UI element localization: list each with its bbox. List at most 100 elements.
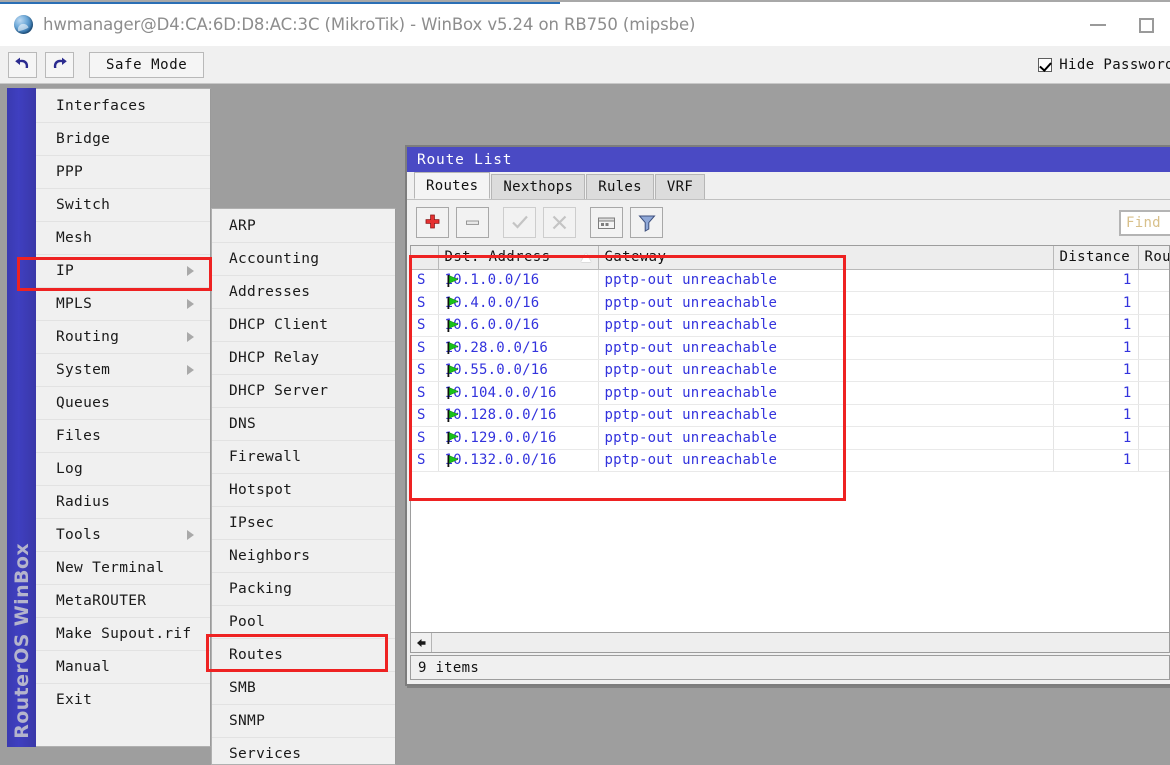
table-row[interactable]: S 10.129.0.0/16 pptp-out unreachable 1 (411, 426, 1169, 450)
minimize-button[interactable] (1074, 2, 1122, 48)
ip-submenu-item-packing[interactable]: Packing (212, 572, 395, 605)
ip-submenu-item-smb[interactable]: SMB (212, 671, 395, 704)
table-row[interactable]: S 10.28.0.0/16 pptp-out unreachable 1 (411, 336, 1169, 360)
ip-submenu-item-snmp[interactable]: SNMP (212, 704, 395, 737)
column-header-flags[interactable] (411, 246, 439, 270)
sort-ascending-icon (580, 253, 591, 262)
sidebar-item-make-supout-rif[interactable]: Make Supout.rif (36, 617, 210, 650)
tab-nexthops[interactable]: Nexthops (491, 174, 586, 199)
sidebar-item-interfaces[interactable]: Interfaces (36, 89, 210, 122)
winbox-app-window: hwmanager@D4:CA:6D:D8:AC:3C (MikroTik) -… (0, 0, 1170, 765)
ip-submenu-item-services[interactable]: Services (212, 737, 395, 765)
route-active-flag-icon (447, 342, 459, 354)
scroll-track[interactable] (432, 633, 1169, 652)
cell-dst-address: 10.132.0.0/16 (438, 449, 599, 472)
find-input[interactable]: Find (1119, 209, 1170, 236)
sidebar-item-label: Radius (56, 494, 111, 510)
ip-submenu-item-routes[interactable]: Routes (212, 638, 395, 671)
table-row[interactable]: S 10.6.0.0/16 pptp-out unreachable 1 (411, 314, 1169, 337)
sidebar-item-radius[interactable]: Radius (36, 485, 210, 518)
sidebar-item-manual[interactable]: Manual (36, 650, 210, 683)
ip-submenu-item-dns[interactable]: DNS (212, 407, 395, 440)
chevron-right-icon (187, 530, 194, 540)
column-header-gateway[interactable]: Gateway (598, 246, 1054, 270)
sidebar-item-files[interactable]: Files (36, 419, 210, 452)
safe-mode-button[interactable]: Safe Mode (89, 51, 205, 78)
titlebar-accent-line (0, 2, 560, 4)
remove-button[interactable] (456, 207, 489, 238)
hide-password-checkbox[interactable] (1038, 58, 1053, 72)
route-table-header-row: Dst. Address Gateway Distance Rou (411, 246, 1169, 270)
table-row[interactable]: S 10.104.0.0/16 pptp-out unreachable 1 (411, 381, 1169, 405)
redo-button[interactable] (45, 51, 74, 78)
tab-routes[interactable]: Routes (414, 172, 491, 199)
filter-button[interactable] (630, 207, 663, 238)
table-row[interactable]: S 10.55.0.0/16 pptp-out unreachable 1 (411, 359, 1169, 382)
sidebar-item-label: Mesh (56, 230, 93, 246)
column-header-distance[interactable]: Distance (1053, 246, 1139, 270)
sidebar-item-mpls[interactable]: MPLS (36, 287, 210, 320)
ip-submenu-item-dhcp-server[interactable]: DHCP Server (212, 374, 395, 407)
add-button[interactable] (416, 207, 449, 238)
sidebar-item-tools[interactable]: Tools (36, 518, 210, 551)
window-controls (1074, 2, 1170, 48)
ip-submenu-item-ipsec[interactable]: IPsec (212, 506, 395, 539)
sidebar-item-mesh[interactable]: Mesh (36, 221, 210, 254)
sidebar-item-switch[interactable]: Switch (36, 188, 210, 221)
funnel-icon (637, 215, 656, 232)
ip-submenu-item-neighbors[interactable]: Neighbors (212, 539, 395, 572)
sidebar-item-system[interactable]: System (36, 353, 210, 386)
cell-dst-address-label: 10.28.0.0/16 (444, 339, 549, 356)
sidebar-item-ppp[interactable]: PPP (36, 155, 210, 188)
ip-submenu-item-hotspot[interactable]: Hotspot (212, 473, 395, 506)
column-header-routing-mark[interactable]: Rou (1138, 246, 1169, 270)
cell-gateway: pptp-out unreachable (598, 426, 1054, 450)
disable-button[interactable] (543, 207, 576, 238)
ip-submenu-item-firewall[interactable]: Firewall (212, 440, 395, 473)
sidebar-item-label: PPP (56, 164, 84, 180)
cell-distance: 1 (1053, 314, 1139, 337)
comment-button[interactable] (590, 207, 623, 238)
ip-submenu-item-label: Firewall (229, 449, 302, 465)
route-list-toolbar: Find (407, 200, 1170, 245)
cell-flag: S (411, 359, 439, 382)
sidebar-item-log[interactable]: Log (36, 452, 210, 485)
redo-arrow-icon (53, 57, 67, 68)
ip-submenu-item-arp[interactable]: ARP (212, 209, 395, 242)
tab-rules[interactable]: Rules (586, 174, 654, 199)
horizontal-scrollbar[interactable] (410, 632, 1170, 653)
table-row[interactable]: S 10.1.0.0/16 pptp-out unreachable 1 (411, 269, 1169, 292)
ip-submenu-item-label: IPsec (229, 515, 275, 531)
enable-button[interactable] (503, 207, 536, 238)
tab-vrf[interactable]: VRF (654, 174, 706, 199)
scroll-left-button[interactable] (411, 633, 432, 652)
table-row[interactable]: S 10.4.0.0/16 pptp-out unreachable 1 (411, 291, 1169, 315)
ip-submenu-item-dhcp-client[interactable]: DHCP Client (212, 308, 395, 341)
ip-submenu-item-accounting[interactable]: Accounting (212, 242, 395, 275)
ip-submenu-item-label: Services (229, 746, 302, 762)
chevron-right-icon (187, 332, 194, 342)
cell-dst-address: 10.6.0.0/16 (438, 314, 599, 337)
hide-password-checkbox-group[interactable]: Hide Password (1038, 46, 1170, 84)
sidebar-item-routing[interactable]: Routing (36, 320, 210, 353)
sidebar-item-exit[interactable]: Exit (36, 683, 210, 716)
undo-button[interactable] (8, 51, 37, 78)
sidebar-item-queues[interactable]: Queues (36, 386, 210, 419)
ip-submenu-item-addresses[interactable]: Addresses (212, 275, 395, 308)
sidebar-item-label: IP (56, 263, 75, 279)
sidebar-item-new-terminal[interactable]: New Terminal (36, 551, 210, 584)
table-row[interactable]: S 10.128.0.0/16 pptp-out unreachable 1 (411, 404, 1169, 427)
sidebar-item-metarouter[interactable]: MetaROUTER (36, 584, 210, 617)
maximize-icon (1138, 17, 1154, 33)
sidebar-item-bridge[interactable]: Bridge (36, 122, 210, 155)
cell-gateway: pptp-out unreachable (598, 381, 1054, 405)
ip-submenu-item-dhcp-relay[interactable]: DHCP Relay (212, 341, 395, 374)
cell-gateway: pptp-out unreachable (598, 336, 1054, 360)
ip-submenu-panel: ARP Accounting Addresses DHCP Client DHCP Re… (211, 208, 396, 765)
ip-submenu-item-pool[interactable]: Pool (212, 605, 395, 638)
cell-gateway: pptp-out unreachable (598, 291, 1054, 315)
column-header-dst-address[interactable]: Dst. Address (438, 246, 599, 270)
table-row[interactable]: S 10.132.0.0/16 pptp-out unreachable 1 (411, 449, 1169, 472)
maximize-button[interactable] (1122, 2, 1170, 48)
sidebar-item-ip[interactable]: IP (36, 254, 210, 287)
